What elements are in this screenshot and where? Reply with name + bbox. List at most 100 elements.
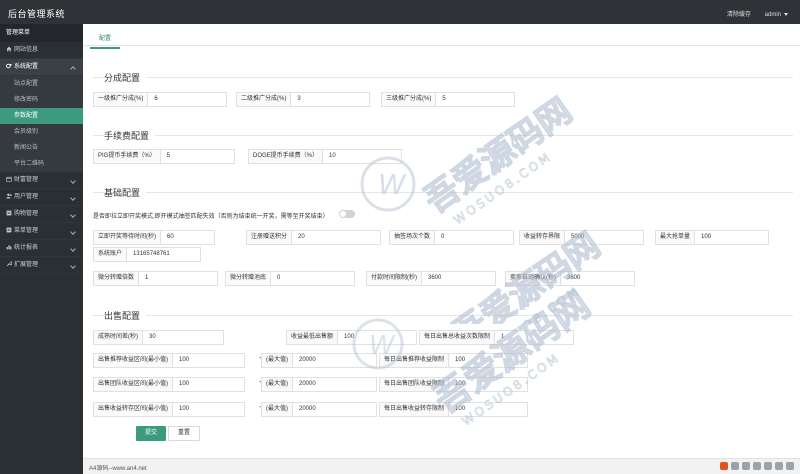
field-label: 付款时间限制(秒) — [366, 271, 421, 286]
section-title-fencheng: 分成配置 — [104, 71, 147, 84]
mature-time-input[interactable]: 30 — [142, 330, 224, 345]
tray-icon[interactable] — [764, 462, 772, 470]
field-label: 成熟时间差(秒) — [93, 330, 142, 345]
field-label: PIG提币手续费（%） — [93, 149, 160, 164]
system-tray — [720, 462, 794, 470]
footer: A4源码--www.an4.net — [83, 458, 800, 474]
field-label: 二级推广分成(%) — [236, 92, 291, 107]
sidebar-item-menus[interactable]: 菜单管理 — [0, 223, 83, 240]
field-pig-fee: PIG提币手续费（%） 5 — [93, 149, 235, 164]
sidebar-item-label: 系统配置 — [14, 64, 39, 70]
section-title-fee: 手续费配置 — [104, 129, 156, 142]
level1-share-input[interactable]: 6 — [147, 92, 228, 107]
submit-button[interactable]: 提交 — [136, 426, 167, 441]
field-payment-timeout: 付款时间限制(秒) 3600 — [366, 271, 496, 286]
field-doge-fee: DOGE提币手续费（%） 10 — [248, 149, 403, 164]
sidebar-item-extensions[interactable]: 扩展管理 — [0, 257, 83, 274]
field-label: 卖家自动确认(秒) — [505, 271, 560, 286]
field-label: 每日出售团队收益限制 — [379, 377, 449, 392]
auto-confirm-input[interactable]: 3600 — [560, 271, 635, 286]
tray-icon[interactable] — [753, 462, 761, 470]
sidebar-subitem-member-level[interactable]: 会员级别 — [0, 124, 83, 140]
max-orders-input[interactable]: 100 — [694, 230, 770, 245]
tray-icon[interactable] — [731, 462, 739, 470]
transfer-range-max-input[interactable]: 20000 — [292, 402, 377, 417]
daily-sale-count-input[interactable]: 1 — [494, 330, 575, 345]
field-label: 三级推广分成(%) — [381, 92, 436, 107]
field-label: 系统账户 — [93, 247, 127, 262]
transfer-daily-limit-input[interactable]: 100 — [448, 402, 529, 417]
field-label: (最大值) — [261, 402, 292, 417]
user-menu[interactable]: admin — [765, 12, 788, 18]
field-transfer-pool: 微分转赠池底 0 — [225, 271, 356, 286]
sidebar-subitem-param-config[interactable]: 参数配置 — [0, 108, 83, 124]
team-range-min-input[interactable]: 100 — [172, 377, 245, 392]
reset-button[interactable]: 重置 — [168, 426, 201, 441]
field-min-sale: 收益最低出售额 100 — [286, 330, 418, 345]
chevron-down-icon — [70, 263, 76, 269]
user-name: admin — [764, 12, 781, 18]
referral-range-min-input[interactable]: 100 — [172, 353, 245, 368]
sidebar-item-label: 扩展管理 — [14, 262, 39, 268]
field-team-daily-limit: 每日出售团队收益限制 100 — [379, 377, 529, 392]
field-referral-range-max: (最大值) 20000 — [261, 353, 377, 368]
team-range-max-input[interactable]: 20000 — [292, 377, 377, 392]
field-instant-wait: 立即开奖等待时间(秒) 60 — [93, 230, 215, 245]
sidebar-item-site-info[interactable]: 网站信息 — [0, 42, 83, 59]
sogou-icon[interactable] — [720, 462, 728, 470]
sidebar-item-system-config[interactable]: 系统配置 — [0, 59, 83, 76]
tray-icon[interactable] — [742, 462, 750, 470]
register-bonus-input[interactable]: 20 — [291, 230, 382, 245]
sidebar-item-shopping[interactable]: 购物管理 — [0, 206, 83, 223]
pig-fee-input[interactable]: 5 — [159, 149, 235, 164]
field-referral-daily-limit: 每日出售推荐收益限制 100 — [379, 353, 529, 368]
field-label: DOGE提币手续费（%） — [248, 149, 323, 164]
team-daily-limit-input[interactable]: 100 — [448, 377, 529, 392]
field-mature-time: 成熟时间差(秒) 30 — [93, 330, 224, 345]
transfer-multiple-input[interactable]: 1 — [138, 271, 219, 286]
field-daily-sale-count: 每日出售总收益次数限制 1 — [419, 330, 575, 345]
sidebar-item-users[interactable]: 用户管理 — [0, 189, 83, 206]
referral-range-max-input[interactable]: 20000 — [292, 353, 377, 368]
sidebar-subitem-site-config[interactable]: 站点配置 — [0, 76, 83, 92]
field-transfer-range-max: (最大值) 20000 — [261, 402, 377, 417]
transfer-pool-input[interactable]: 0 — [270, 271, 356, 286]
level2-share-input[interactable]: 3 — [290, 92, 371, 107]
min-sale-input[interactable]: 100 — [337, 330, 418, 345]
field-label: 出售推荐收益区间(最小值) — [93, 353, 172, 368]
referral-daily-limit-input[interactable]: 100 — [448, 353, 529, 368]
draw-count-input[interactable]: 0 — [434, 230, 515, 245]
field-label: 出售收益转存区间(最小值) — [93, 402, 172, 417]
sidebar-item-reports[interactable]: 统计报表 — [0, 240, 83, 257]
home-icon — [6, 46, 12, 52]
sidebar-subitem-change-password[interactable]: 修改密码 — [0, 92, 83, 108]
sidebar-subitem-news[interactable]: 新闻公告 — [0, 140, 83, 156]
field-team-range-max: (最大值) 20000 — [261, 377, 377, 392]
transfer-range-min-input[interactable]: 100 — [172, 402, 245, 417]
field-transfer-range-min: 出售收益转存区间(最小值) 100 — [93, 402, 245, 417]
level3-share-input[interactable]: 5 — [435, 92, 516, 107]
instant-draw-toggle[interactable] — [339, 210, 355, 218]
field-draw-count: 抽签场次个数 0 — [389, 230, 515, 245]
sidebar-item-label: 用户管理 — [14, 194, 39, 200]
doge-fee-input[interactable]: 10 — [322, 149, 403, 164]
sidebar-item-wealth[interactable]: 财富管理 — [0, 172, 83, 189]
field-transfer-limit: 收益转存界限 5000 — [519, 230, 645, 245]
field-label: 每日出售推荐收益限制 — [379, 353, 449, 368]
watermark-text-en: WOSUO8.COM — [479, 283, 583, 324]
system-account-input[interactable]: 13165748761 — [126, 247, 202, 262]
chevron-up-icon — [70, 66, 76, 72]
sidebar-subitem-qrcode[interactable]: 平台二维码 — [0, 156, 83, 172]
clear-cache-link[interactable]: 清除缓存 — [727, 12, 751, 18]
field-level1-share: 一级推广分成(%) 6 — [93, 92, 228, 107]
tray-icon[interactable] — [775, 462, 783, 470]
payment-timeout-input[interactable]: 3600 — [421, 271, 496, 286]
calendar-icon — [6, 176, 12, 182]
field-transfer-daily-limit: 每日出售收益转存限制 100 — [379, 402, 529, 417]
wrench-icon — [6, 261, 12, 267]
tab-config[interactable]: 配置 — [90, 28, 121, 49]
tray-icon[interactable] — [786, 462, 794, 470]
transfer-limit-input[interactable]: 5000 — [564, 230, 645, 245]
app-title: 后台管理系统 — [8, 9, 66, 19]
instant-wait-input[interactable]: 60 — [160, 230, 215, 245]
